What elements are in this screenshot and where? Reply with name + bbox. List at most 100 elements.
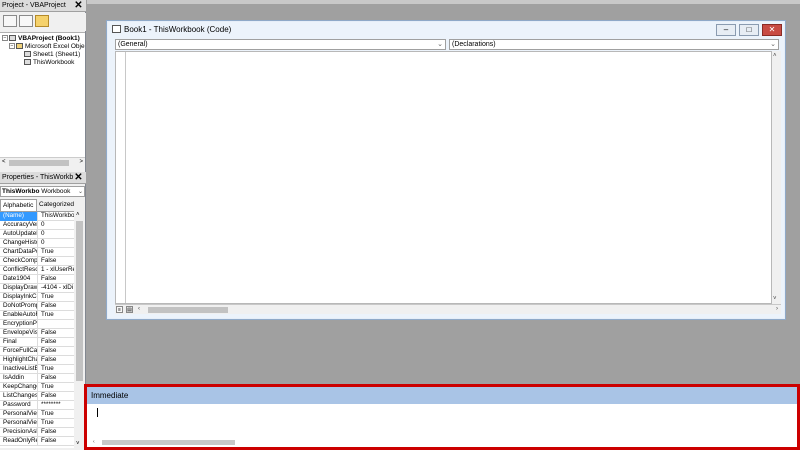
property-value[interactable]: True (39, 311, 74, 319)
scroll-thumb[interactable] (102, 440, 235, 445)
property-value[interactable]: False (39, 338, 74, 346)
scroll-left-icon[interactable]: < (2, 159, 6, 165)
property-value[interactable]: False (39, 347, 74, 355)
tree-node-sheet1[interactable]: Sheet1 (Sheet1) (24, 51, 80, 59)
property-name: (Name) (0, 212, 38, 221)
tree-node-vbaproject[interactable]: − VBAProject (Book1) (2, 35, 80, 43)
property-row[interactable]: EnvelopeVisibFalse (0, 329, 74, 338)
object-dropdown-value: (General) (118, 41, 148, 48)
property-value[interactable]: False (39, 392, 74, 400)
property-value[interactable]: True (39, 410, 74, 418)
minimize-button[interactable]: – (716, 24, 736, 36)
scroll-left-icon[interactable]: ‹ (138, 306, 140, 312)
property-row[interactable]: Final False (0, 338, 74, 347)
property-value[interactable]: True (39, 365, 74, 373)
property-value[interactable]: False (39, 275, 74, 283)
property-value[interactable]: False (39, 356, 74, 364)
chevron-down-icon[interactable]: ⌄ (770, 40, 776, 48)
scroll-left-icon[interactable]: ‹ (93, 439, 95, 445)
property-row[interactable]: ReadOnlyRecFalse (0, 437, 74, 446)
property-value[interactable]: False (39, 428, 74, 436)
tab-alphabetic[interactable]: Alphabetic (0, 199, 37, 211)
property-row[interactable]: DisplayInkCo True (0, 293, 74, 302)
property-value[interactable]: 0 (39, 221, 74, 229)
close-button[interactable]: ✕ (762, 24, 782, 36)
property-row[interactable]: PersonalView True (0, 410, 74, 419)
property-row[interactable]: ListChangesCFalse (0, 392, 74, 401)
property-row[interactable]: IsAddin False (0, 374, 74, 383)
collapse-icon[interactable]: − (2, 35, 8, 42)
property-value[interactable]: 1 - xlUserRe (39, 266, 74, 274)
property-value[interactable]: False (39, 374, 74, 382)
view-object-button[interactable] (19, 15, 33, 27)
project-panel-title: Project - VBAProject (2, 2, 66, 9)
code-vscrollbar[interactable]: ˄ ˅ (772, 51, 781, 304)
tree-node-excel-objects[interactable]: − Microsoft Excel Obje (9, 43, 85, 51)
scroll-down-icon[interactable]: ˅ (773, 296, 777, 302)
property-row[interactable]: EncryptionPro (0, 320, 74, 329)
collapse-icon[interactable]: − (9, 43, 15, 50)
close-project-panel-button[interactable]: ✕ (73, 0, 84, 11)
property-value[interactable]: ******** (39, 401, 74, 409)
project-hscrollbar[interactable]: < > (0, 157, 85, 167)
property-row[interactable]: InactiveListBoTrue (0, 365, 74, 374)
scroll-thumb[interactable] (148, 307, 228, 313)
code-combos: (General) ⌄ (Declarations) ⌄ (115, 39, 779, 50)
property-row[interactable]: PersonalView True (0, 419, 74, 428)
property-value[interactable]: True (39, 248, 74, 256)
property-value[interactable]: True (39, 383, 74, 391)
property-value[interactable]: True (39, 419, 74, 427)
property-row[interactable]: DoNotPromptIFalse (0, 302, 74, 311)
property-value[interactable]: 0 (39, 230, 74, 238)
property-row[interactable]: CheckCompatFalse (0, 257, 74, 266)
view-code-button[interactable] (3, 15, 17, 27)
property-value[interactable]: ThisWorkbo (39, 212, 74, 220)
chevron-down-icon[interactable]: ⌄ (78, 188, 83, 195)
property-row[interactable]: AccuracyVers 0 (0, 221, 74, 230)
property-row[interactable]: DisplayDrawi -4104 - xlDi (0, 284, 74, 293)
property-row[interactable]: AutoUpdateF 0 (0, 230, 74, 239)
properties-panel-title: Properties - ThisWorkb (2, 174, 74, 181)
property-row[interactable]: ForceFullCalc False (0, 347, 74, 356)
property-row[interactable]: Password ******** (0, 401, 74, 410)
scroll-up-icon[interactable]: ˄ (76, 212, 80, 218)
tab-categorized[interactable]: Categorized (37, 199, 77, 211)
close-properties-panel-button[interactable]: ✕ (73, 172, 84, 183)
toggle-folders-button[interactable] (35, 15, 49, 27)
scroll-right-icon[interactable]: › (776, 306, 778, 312)
maximize-button[interactable]: □ (739, 24, 759, 36)
scroll-down-icon[interactable]: ˅ (76, 441, 80, 447)
scroll-thumb[interactable] (9, 160, 69, 166)
property-row[interactable]: Date1904 False (0, 275, 74, 284)
property-row[interactable]: HighlightChar False (0, 356, 74, 365)
immediate-hscrollbar[interactable]: ‹ (89, 439, 793, 446)
code-hscrollbar[interactable]: ≡ ▤ ‹ › (115, 304, 781, 314)
property-value[interactable]: 0 (39, 239, 74, 247)
procedure-dropdown[interactable]: (Declarations) ⌄ (449, 39, 779, 50)
code-editor[interactable] (115, 51, 772, 304)
full-module-view-icon[interactable]: ▤ (126, 306, 133, 313)
property-row[interactable]: KeepChangeHTrue (0, 383, 74, 392)
property-value[interactable]: False (39, 329, 74, 337)
chevron-down-icon[interactable]: ⌄ (437, 40, 443, 48)
scroll-thumb[interactable] (76, 221, 83, 381)
tree-item-label: ThisWorkbook (33, 59, 75, 66)
property-row[interactable]: ChangeHistor 0 (0, 239, 74, 248)
margin-indicator-bar[interactable] (118, 52, 126, 303)
property-row[interactable]: ChartDataPoi True (0, 248, 74, 257)
property-value[interactable]: False (39, 437, 74, 445)
property-row[interactable]: (Name) ThisWorkbo (0, 212, 74, 221)
procedure-view-icon[interactable]: ≡ (116, 306, 123, 313)
property-value[interactable]: -4104 - xlDi (39, 284, 74, 292)
property-value[interactable]: False (39, 302, 74, 310)
scroll-up-icon[interactable]: ˄ (773, 53, 777, 59)
object-selector[interactable]: ThisWorkbo Workbook ⌄ (0, 186, 85, 197)
property-value[interactable]: True (39, 293, 74, 301)
property-row[interactable]: PrecisionAsD False (0, 428, 74, 437)
scroll-right-icon[interactable]: > (79, 159, 83, 165)
object-dropdown[interactable]: (General) ⌄ (115, 39, 446, 50)
property-value[interactable]: False (39, 257, 74, 265)
property-row[interactable]: ConflictResol 1 - xlUserRe (0, 266, 74, 275)
tree-node-thisworkbook[interactable]: ThisWorkbook (24, 59, 74, 67)
property-row[interactable]: EnableAutoReTrue (0, 311, 74, 320)
